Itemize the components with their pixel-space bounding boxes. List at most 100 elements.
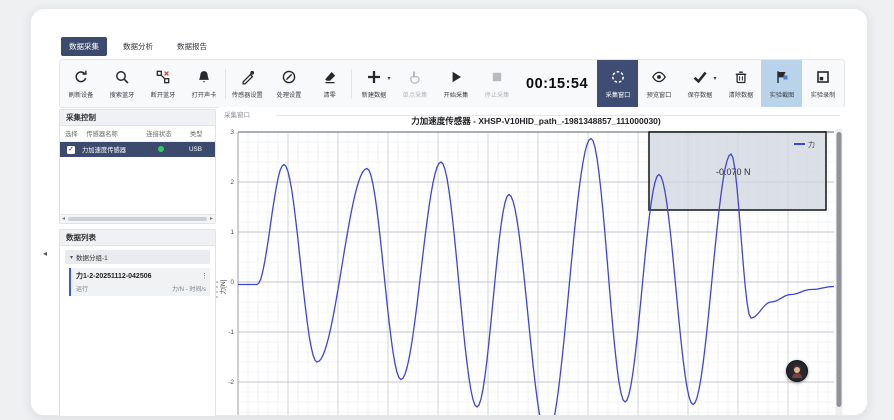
toolbar-button-6[interactable]: 处理设置 (268, 60, 309, 107)
toolbar-button-label: 实验截图 (769, 89, 794, 99)
svg-text:1: 1 (230, 229, 234, 236)
acquisition-control-panel: 采集控制 选择传感器名称连接状态类型 ✓ 力加速度传感器 USB ◂ ▸ (59, 109, 216, 224)
sensor-row[interactable]: ✓ 力加速度传感器 USB (60, 142, 215, 157)
toolbar-button-3[interactable]: 打开声卡 (183, 60, 224, 107)
screenshot-icon (774, 69, 790, 86)
acquisition-timer: 00:15:54 (526, 76, 588, 92)
toolbar-button-label: 清零 (323, 89, 335, 99)
record-icon (815, 69, 831, 86)
column-header: 选择 (60, 129, 86, 138)
toolbar-button-2[interactable]: 断开蓝牙 (142, 60, 183, 107)
toolbar-button-16[interactable]: ▾保存数据 (679, 60, 720, 107)
data-item-status: 运行 (76, 284, 88, 293)
eraser-icon (322, 69, 338, 86)
toolbar-button-label: 实验录制 (810, 89, 835, 99)
dashed-circle-icon (610, 69, 626, 86)
scrollbar-thumb[interactable] (68, 217, 207, 221)
chart-panel: 采集窗口 力加速度传感器 - XHSP-V10HID_path_-1981348… (219, 107, 846, 415)
connection-status-dot (158, 146, 164, 152)
sensor-type: USB (189, 146, 215, 153)
toolbar-button-20: 公式计算 (843, 60, 845, 107)
assistant-avatar-button[interactable] (786, 360, 808, 382)
toolbar-button-7[interactable]: 清零 (309, 60, 350, 107)
toolbar-button-label: 单点采集 (402, 89, 427, 99)
panel-collapse-icon[interactable]: ◂ (43, 249, 47, 258)
vertical-scrollbar-thumb[interactable] (837, 132, 842, 407)
column-header: 类型 (190, 129, 215, 138)
toolbar-button-19[interactable]: 实验录制 (802, 60, 843, 107)
bluetooth-disconnect-icon (155, 69, 171, 86)
legend-label: 力 (808, 140, 815, 149)
sensor-name: 力加速度传感器 (82, 145, 144, 154)
value-annotation: -0.070 N (716, 167, 751, 177)
eye-icon (651, 69, 667, 86)
hand-point-icon (407, 69, 423, 86)
toolbar-button-11[interactable]: 开始采集 (435, 60, 476, 107)
chevron-down-icon[interactable]: ▾ (714, 75, 717, 82)
toolbar-button-0[interactable]: 刷新设备 (60, 60, 101, 107)
trash-icon (733, 69, 749, 86)
check-icon: ▾ (692, 69, 708, 86)
splitter-handle[interactable] (216, 281, 218, 298)
column-header: 传感器名称 (86, 129, 146, 138)
plus-icon: ▾ (366, 69, 382, 86)
chevron-down-icon[interactable]: ▾ (387, 75, 390, 82)
toolbar-button-14[interactable]: 采集窗口 (597, 60, 638, 107)
toolbar-button-label: 刷新设备 (68, 89, 93, 99)
toolbar-button-label: 开始采集 (443, 89, 468, 99)
toolbar-button-label: 传感器设置 (232, 89, 263, 99)
tab-2[interactable]: 数据分析 (115, 37, 161, 56)
toolbar-button-9[interactable]: ▾新建数据 (353, 60, 394, 107)
toolbar-button-label: 搜索蓝牙 (109, 89, 134, 99)
toolbar-button-15[interactable]: 预览窗口 (638, 60, 679, 107)
tab-3[interactable]: 数据报告 (169, 37, 215, 56)
bell-icon (196, 69, 212, 86)
app-canvas: 数据采集数据分析数据报告 刷新设备 搜索蓝牙 断开蓝牙 打开声卡 传感器设置 处理设置 清零… (0, 0, 894, 420)
process-settings-icon (281, 69, 297, 86)
sensor-settings-icon (240, 69, 256, 86)
toolbar-button-label: 处理设置 (276, 89, 301, 99)
toolbar-button-17[interactable]: 清除数据 (720, 60, 761, 107)
acquisition-panel-title: 采集控制 (60, 110, 215, 126)
data-list-panel: 数据列表 ▾ 数据分组-1 力1-2-20251112-042506 运行 力/… (59, 229, 216, 416)
main-toolbar: 刷新设备搜索蓝牙断开蓝牙打开声卡传感器设置处理设置清零▾新建数据单点采集开始采集… (59, 59, 845, 108)
toolbar-button-5[interactable]: 传感器设置 (227, 60, 268, 107)
sensor-checkbox[interactable]: ✓ (67, 146, 75, 154)
data-group-row[interactable]: ▾ 数据分组-1 (65, 250, 210, 264)
data-list-panel-title: 数据列表 (60, 230, 215, 246)
scroll-right-icon[interactable]: ▸ (210, 215, 213, 223)
svg-text:0: 0 (230, 279, 234, 286)
toolbar-separator (351, 69, 352, 99)
item-menu-icon[interactable]: ⋮ (201, 272, 208, 280)
data-group-label: 数据分组-1 (76, 252, 108, 262)
toolbar-button-label: 保存数据 (687, 89, 712, 99)
toolbar-button-label: 清除数据 (728, 89, 753, 99)
horizontal-scrollbar[interactable]: ◂ ▸ (60, 214, 215, 223)
main-tabbar: 数据采集数据分析数据报告 (61, 39, 215, 56)
waveform-plot[interactable]: 3210-1-2力[N]-0.070 N力 (219, 107, 846, 415)
sensor-table-header: 选择传感器名称连接状态类型 (60, 126, 215, 142)
toolbar-button-label: 打开声卡 (191, 89, 216, 99)
tab-1[interactable]: 数据采集 (61, 37, 107, 56)
toolbar-button-label: 断开蓝牙 (150, 89, 175, 99)
app-window: 数据采集数据分析数据报告 刷新设备 搜索蓝牙 断开蓝牙 打开声卡 传感器设置 处理设置 清零… (30, 8, 868, 416)
svg-text:-1: -1 (228, 329, 234, 336)
data-item-title: 力1-2-20251112-042506 (76, 271, 206, 281)
toolbar-separator (225, 69, 226, 99)
stop-icon (489, 69, 505, 86)
data-list-item[interactable]: 力1-2-20251112-042506 运行 力/N - 时间/s ⋮ (69, 268, 210, 296)
toolbar-button-label: 新建数据 (361, 89, 386, 99)
toolbar-button-label: 采集窗口 (605, 89, 630, 99)
data-item-axes: 力/N - 时间/s (172, 284, 206, 293)
toolbar-button-label: 预览窗口 (646, 89, 671, 99)
svg-text:2: 2 (230, 179, 234, 186)
toolbar-button-18[interactable]: 实验截图 (761, 60, 802, 107)
chevron-down-icon[interactable]: ▾ (70, 254, 73, 261)
y-axis-label: 力[N] (219, 279, 227, 294)
svg-text:-2: -2 (228, 379, 234, 386)
play-icon (448, 69, 464, 86)
toolbar-button-12: 停止采集 (476, 60, 517, 107)
scroll-left-icon[interactable]: ◂ (62, 215, 65, 223)
search-icon (114, 69, 130, 86)
toolbar-button-1[interactable]: 搜索蓝牙 (101, 60, 142, 107)
